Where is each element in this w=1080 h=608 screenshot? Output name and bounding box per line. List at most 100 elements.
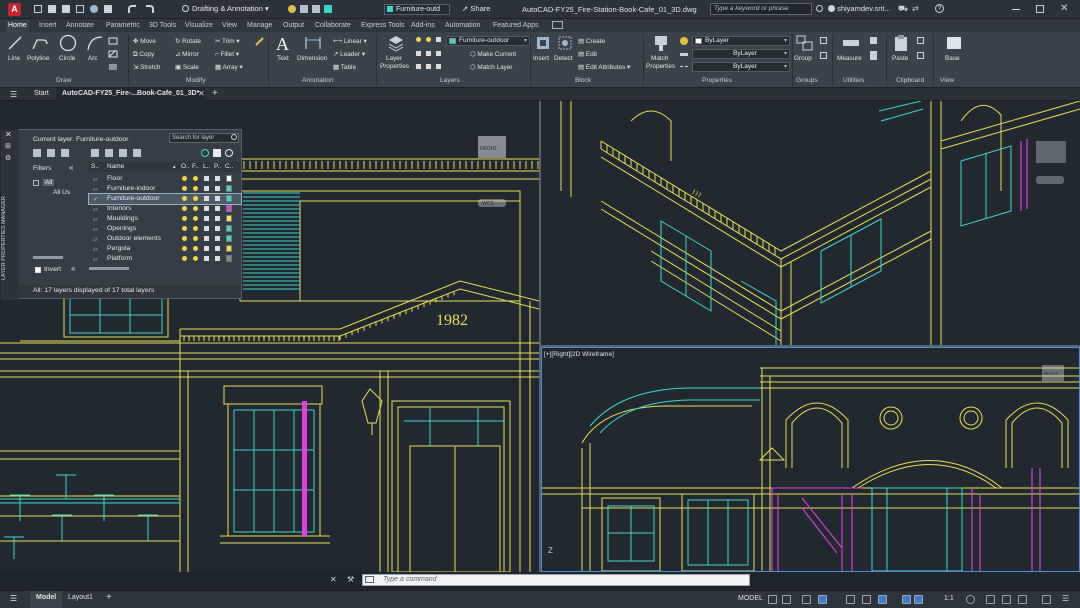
layer-row[interactable]: ▱ Openings [89,224,241,234]
printer-icon[interactable] [215,206,220,211]
linetype-icon[interactable] [680,66,688,67]
layer-merge-icon[interactable] [426,64,431,69]
sun-icon[interactable] [193,246,198,251]
layer-freeze-vp-icon[interactable] [436,51,441,56]
groups-label[interactable]: Groups [796,77,818,84]
layer-iso-icon[interactable] [416,51,421,56]
col-freeze[interactable]: F.. [192,162,199,172]
group-edit-icon[interactable] [820,52,827,59]
lock-icon[interactable] [204,236,209,241]
save-icon[interactable] [62,5,70,13]
ribbon-display-toggle-icon[interactable] [552,21,563,29]
layer-color-swatch[interactable] [226,245,232,252]
lpm-tree-scroll[interactable] [33,256,63,259]
tab-close-icon[interactable]: ✕ [198,89,205,98]
lock-icon[interactable] [204,206,209,211]
workspace-switcher[interactable]: Drafting & Annotation ▾ [182,3,282,15]
pencil-tool-icon[interactable] [254,36,264,46]
layer-color-swatch[interactable] [226,235,232,242]
copy-clip-icon[interactable] [917,37,924,44]
layer-freeze-icon[interactable] [300,5,308,13]
model-space-indicator[interactable]: MODEL [738,595,763,602]
stretch-button[interactable]: ⇲ Stretch [133,63,160,72]
tree-expand-icon[interactable] [33,180,39,186]
layer-lock-icon[interactable] [312,5,320,13]
calculator-icon[interactable] [870,51,877,60]
save-as-icon[interactable] [76,5,84,13]
draw-group-label[interactable]: Draw [56,77,71,84]
edit-block-button[interactable]: ▤ Edit [578,50,597,59]
clipboard-label[interactable]: Clipboard [896,77,924,84]
copy-button[interactable]: ⧉ Copy [133,50,154,59]
printer-icon[interactable] [215,256,220,261]
otrack-icon[interactable] [862,595,871,604]
menu-icon[interactable]: ☰ [10,90,17,99]
lock-icon[interactable] [204,216,209,221]
tab-featured-apps[interactable]: Featured Apps [491,20,541,32]
lineweight-icon[interactable] [680,53,688,56]
rotate-button[interactable]: ↻ Rotate [175,37,201,46]
lightbulb-icon[interactable] [182,196,187,201]
close-icon[interactable]: ✕ [1060,3,1068,14]
lpm-scrollbar[interactable] [89,267,129,270]
block-group-label[interactable]: Block [575,77,591,84]
table-button[interactable]: ▦ Table [333,63,356,72]
new-file-icon[interactable] [34,5,42,13]
search-box[interactable]: Type a keyword or phrase [710,3,812,15]
linetype-dropdown[interactable]: ByLayer ▾ [692,62,790,72]
delete-layer-icon[interactable] [119,149,127,157]
lock-icon[interactable] [204,226,209,231]
tree-all-used-node[interactable]: All Us [53,189,70,196]
help-icon[interactable]: ? [935,4,944,13]
cart-icon[interactable]: ⛟ [898,4,908,14]
polar-icon[interactable] [818,595,827,604]
lock-icon[interactable] [204,256,209,261]
osnap-icon[interactable] [846,595,855,604]
col-color[interactable]: C.. [225,162,233,172]
lightbulb-icon[interactable] [182,176,187,181]
layer-row[interactable]: ▱ Interiors [89,204,241,214]
tab-visualize[interactable]: Visualize [183,20,215,32]
refresh-icon[interactable] [201,149,209,157]
tab-collaborate[interactable]: Collaborate [313,20,353,32]
sun-icon[interactable] [193,176,198,181]
text-button[interactable]: A Text [272,34,294,66]
col-on[interactable]: O.. [181,162,190,172]
lpm-search-input[interactable]: Search for layer [169,133,239,143]
open-file-icon[interactable] [48,5,56,13]
boundary-tool-icon[interactable] [108,63,118,71]
col-status[interactable]: S.. [91,162,99,172]
new-group-filter-icon[interactable] [47,149,55,157]
layer-unlock-icon[interactable] [436,37,441,42]
new-layer-icon[interactable] [91,149,99,157]
start-tab[interactable]: Start [34,90,49,97]
hatch-tool-icon[interactable] [108,50,118,58]
layer-color-swatch[interactable] [226,185,232,192]
plus-icon[interactable] [986,595,995,604]
autocad-logo[interactable]: A [8,3,21,16]
edit-attributes-button[interactable]: ▤ Edit Attributes ▾ [578,63,630,72]
printer-icon[interactable] [215,216,220,221]
printer-icon[interactable] [215,196,220,201]
sun-icon[interactable] [193,196,198,201]
mirror-button[interactable]: ⊿ Mirror [175,50,199,59]
lightbulb-icon[interactable] [182,186,187,191]
customize-icon[interactable]: ☰ [1062,594,1071,603]
layer-color-swatch[interactable] [226,195,232,202]
insert-button[interactable]: Insert [532,34,554,66]
printer-icon[interactable] [215,236,220,241]
lightbulb-icon[interactable] [182,206,187,211]
selection-cycle-icon[interactable] [914,595,923,604]
create-block-button[interactable]: ▤ Create [578,37,605,46]
sun-icon[interactable] [193,236,198,241]
lightbulb-icon[interactable] [182,256,187,261]
tab-annotate[interactable]: Annotate [64,20,96,32]
match-properties-button[interactable]: Match Properties [645,34,677,76]
minimize-icon[interactable] [1012,9,1020,10]
lock-icon[interactable] [204,176,209,181]
collapse-filters-icon[interactable]: « [69,163,73,172]
grid-icon[interactable] [768,595,777,604]
lpm-gear-icon[interactable] [225,149,233,157]
iso-wcs-badge[interactable] [1036,176,1064,184]
tab-3d-tools[interactable]: 3D Tools [147,20,178,32]
